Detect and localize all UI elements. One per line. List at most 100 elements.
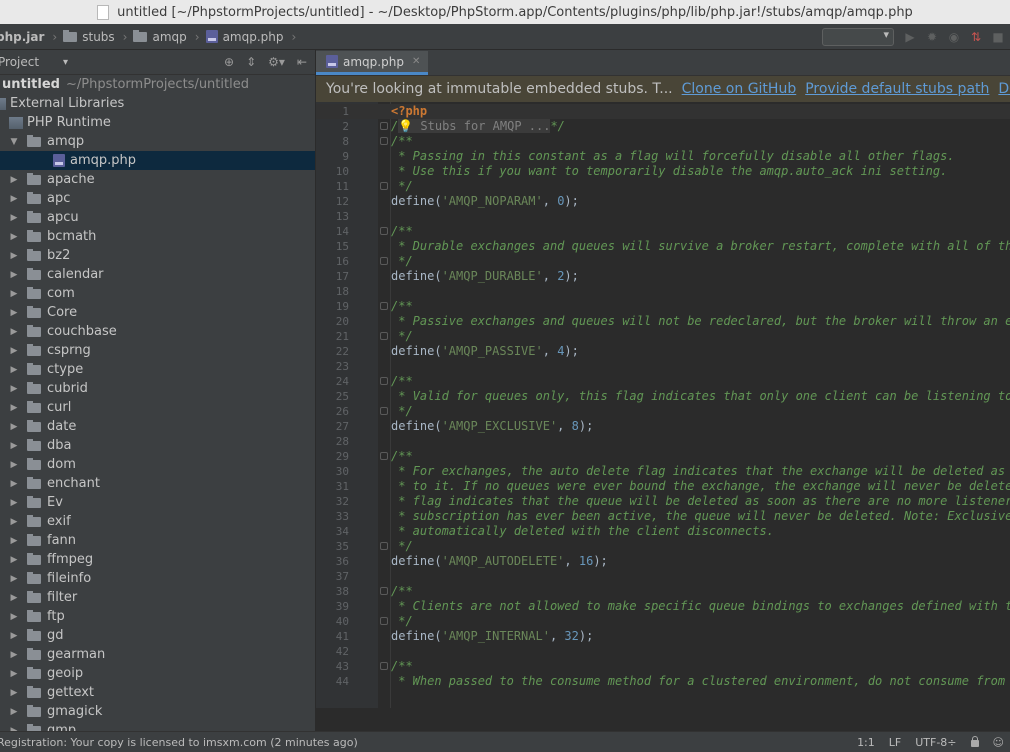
collapsed-arrow-icon[interactable]: ▶ xyxy=(9,289,19,299)
clone-on-github-link[interactable]: Clone on GitHub xyxy=(682,81,797,97)
tree-folder[interactable]: ▶ Core xyxy=(0,303,315,322)
collapse-all-icon[interactable]: ⇕ xyxy=(246,55,256,69)
code-line[interactable]: 34 * automatically deleted with the clie… xyxy=(316,524,1010,539)
collapsed-arrow-icon[interactable]: ▶ xyxy=(9,669,19,679)
tree-folder[interactable]: ▶ com xyxy=(0,284,315,303)
tree-folder[interactable]: ▶ fann xyxy=(0,531,315,550)
tree-folder[interactable]: ▶ cubrid xyxy=(0,379,315,398)
tree-folder[interactable]: ▶ exif xyxy=(0,512,315,531)
tree-folder[interactable]: ▶ dom xyxy=(0,455,315,474)
code-line[interactable]: 8 /** xyxy=(316,134,1010,149)
chevron-down-icon[interactable]: ▾ xyxy=(63,57,68,68)
fold-marker-icon[interactable] xyxy=(380,302,388,310)
collapsed-arrow-icon[interactable]: ▶ xyxy=(9,308,19,318)
code-line[interactable]: 18 xyxy=(316,284,1010,299)
breadcrumb-file[interactable]: amqp.php xyxy=(205,30,290,44)
tree-folder[interactable]: ▶ ftp xyxy=(0,607,315,626)
tree-folder[interactable]: ▶ curl xyxy=(0,398,315,417)
tree-folder[interactable]: ▶ calendar xyxy=(0,265,315,284)
collapsed-arrow-icon[interactable]: ▶ xyxy=(9,270,19,280)
code-line[interactable]: 26 */ xyxy=(316,404,1010,419)
dont-show-again-link[interactable]: Don't show ag xyxy=(998,81,1010,97)
tree-folder[interactable]: ▶ apc xyxy=(0,189,315,208)
coverage-icon[interactable]: ◉ xyxy=(948,30,960,44)
tree-folder[interactable]: ▶ ctype xyxy=(0,360,315,379)
debug-icon[interactable]: ✹ xyxy=(926,30,938,44)
run-icon[interactable]: ▶ xyxy=(904,30,916,44)
code-line[interactable]: 41 define('AMQP_INTERNAL', 32); xyxy=(316,629,1010,644)
code-line[interactable]: 9 * Passing in this constant as a flag w… xyxy=(316,149,1010,164)
vcs-icon[interactable]: ⇅ xyxy=(970,30,982,44)
code-line[interactable]: 20 * Passive exchanges and queues will n… xyxy=(316,314,1010,329)
line-separator[interactable]: LF xyxy=(889,736,901,749)
tree-folder[interactable]: ▶ date xyxy=(0,417,315,436)
tree-folder[interactable]: ▶ gmagick xyxy=(0,702,315,721)
tree-folder[interactable]: ▶ dba xyxy=(0,436,315,455)
tree-folder[interactable]: ▶ Ev xyxy=(0,493,315,512)
lock-icon[interactable] xyxy=(970,736,979,747)
code-line[interactable]: 28 xyxy=(316,434,1010,449)
code-line[interactable]: 17 define('AMQP_DURABLE', 2); xyxy=(316,269,1010,284)
gear-icon[interactable]: ⚙▾ xyxy=(268,55,285,69)
tree-folder[interactable]: ▶ couchbase xyxy=(0,322,315,341)
collapsed-arrow-icon[interactable]: ▶ xyxy=(9,498,19,508)
breadcrumb-stubs[interactable]: stubs xyxy=(63,29,120,44)
code-line[interactable]: 16 */ xyxy=(316,254,1010,269)
breadcrumb-amqp[interactable]: amqp xyxy=(133,29,192,44)
collapsed-arrow-icon[interactable]: ▶ xyxy=(9,346,19,356)
code-line[interactable]: 10 * Use this if you want to temporarily… xyxy=(316,164,1010,179)
collapsed-arrow-icon[interactable]: ▶ xyxy=(9,422,19,432)
caret-position[interactable]: 1:1 xyxy=(857,736,875,749)
code-line[interactable]: 44 * When passed to the consume method f… xyxy=(316,674,1010,689)
tree-folder[interactable]: ▶ geoip xyxy=(0,664,315,683)
code-line[interactable]: 15 * Durable exchanges and queues will s… xyxy=(316,239,1010,254)
code-line[interactable]: 12 define('AMQP_NOPARAM', 0); xyxy=(316,194,1010,209)
collapsed-arrow-icon[interactable]: ▶ xyxy=(9,460,19,470)
tree-folder[interactable]: ▶ ffmpeg xyxy=(0,550,315,569)
tree-folder[interactable]: ▶ gettext xyxy=(0,683,315,702)
fold-marker-icon[interactable] xyxy=(380,662,388,670)
collapsed-arrow-icon[interactable]: ▶ xyxy=(9,612,19,622)
tree-folder[interactable]: ▶ apache xyxy=(0,170,315,189)
code-line[interactable]: 40 */ xyxy=(316,614,1010,629)
collapsed-arrow-icon[interactable]: ▶ xyxy=(9,327,19,337)
code-line[interactable]: 27 define('AMQP_EXCLUSIVE', 8); xyxy=(316,419,1010,434)
tree-folder[interactable]: ▶ bz2 xyxy=(0,246,315,265)
collapsed-arrow-icon[interactable]: ▶ xyxy=(9,555,19,565)
fold-marker-icon[interactable] xyxy=(380,137,388,145)
code-line[interactable]: 11 */ xyxy=(316,179,1010,194)
breadcrumb-jar[interactable]: php.jar xyxy=(0,30,50,44)
collapsed-arrow-icon[interactable]: ▶ xyxy=(9,213,19,223)
code-line[interactable]: 32 * flag indicates that the queue will … xyxy=(316,494,1010,509)
fold-marker-icon[interactable] xyxy=(380,617,388,625)
tree-file-amqp-php[interactable]: amqp.php xyxy=(0,151,315,170)
collapsed-arrow-icon[interactable]: ▶ xyxy=(9,403,19,413)
hector-icon[interactable]: ☺ xyxy=(993,736,1004,749)
code-line[interactable]: 43 /** xyxy=(316,659,1010,674)
fold-marker-icon[interactable] xyxy=(380,377,388,385)
code-line[interactable]: 42 xyxy=(316,644,1010,659)
code-line[interactable]: 30 * For exchanges, the auto delete flag… xyxy=(316,464,1010,479)
code-line[interactable]: 38 /** xyxy=(316,584,1010,599)
code-line[interactable]: 33 * subscription has ever been active, … xyxy=(316,509,1010,524)
collapsed-arrow-icon[interactable]: ▶ xyxy=(9,517,19,527)
code-line[interactable]: 14 /** xyxy=(316,224,1010,239)
tree-folder[interactable]: ▶ fileinfo xyxy=(0,569,315,588)
fold-marker-icon[interactable] xyxy=(380,182,388,190)
collapsed-arrow-icon[interactable]: ▶ xyxy=(9,251,19,261)
code-line[interactable]: 13 xyxy=(316,209,1010,224)
code-line[interactable]: 29 /** xyxy=(316,449,1010,464)
tree-external-libraries[interactable]: External Libraries xyxy=(0,94,315,113)
fold-marker-icon[interactable] xyxy=(380,332,388,340)
tree-folder[interactable]: ▶ apcu xyxy=(0,208,315,227)
collapsed-arrow-icon[interactable]: ▶ xyxy=(9,175,19,185)
code-area[interactable]: 1 <?php 2/💡 Stubs for AMQP ...*/8/** 9 * Pa… xyxy=(316,102,1010,708)
collapsed-arrow-icon[interactable]: ▶ xyxy=(9,688,19,698)
tree-folder[interactable]: ▶ filter xyxy=(0,588,315,607)
collapsed-arrow-icon[interactable]: ▶ xyxy=(9,441,19,451)
collapsed-arrow-icon[interactable]: ▶ xyxy=(9,365,19,375)
fold-marker-icon[interactable] xyxy=(380,257,388,265)
collapsed-arrow-icon[interactable]: ▶ xyxy=(9,631,19,641)
code-line[interactable]: 36 define('AMQP_AUTODELETE', 16); xyxy=(316,554,1010,569)
collapsed-arrow-icon[interactable]: ▶ xyxy=(9,384,19,394)
